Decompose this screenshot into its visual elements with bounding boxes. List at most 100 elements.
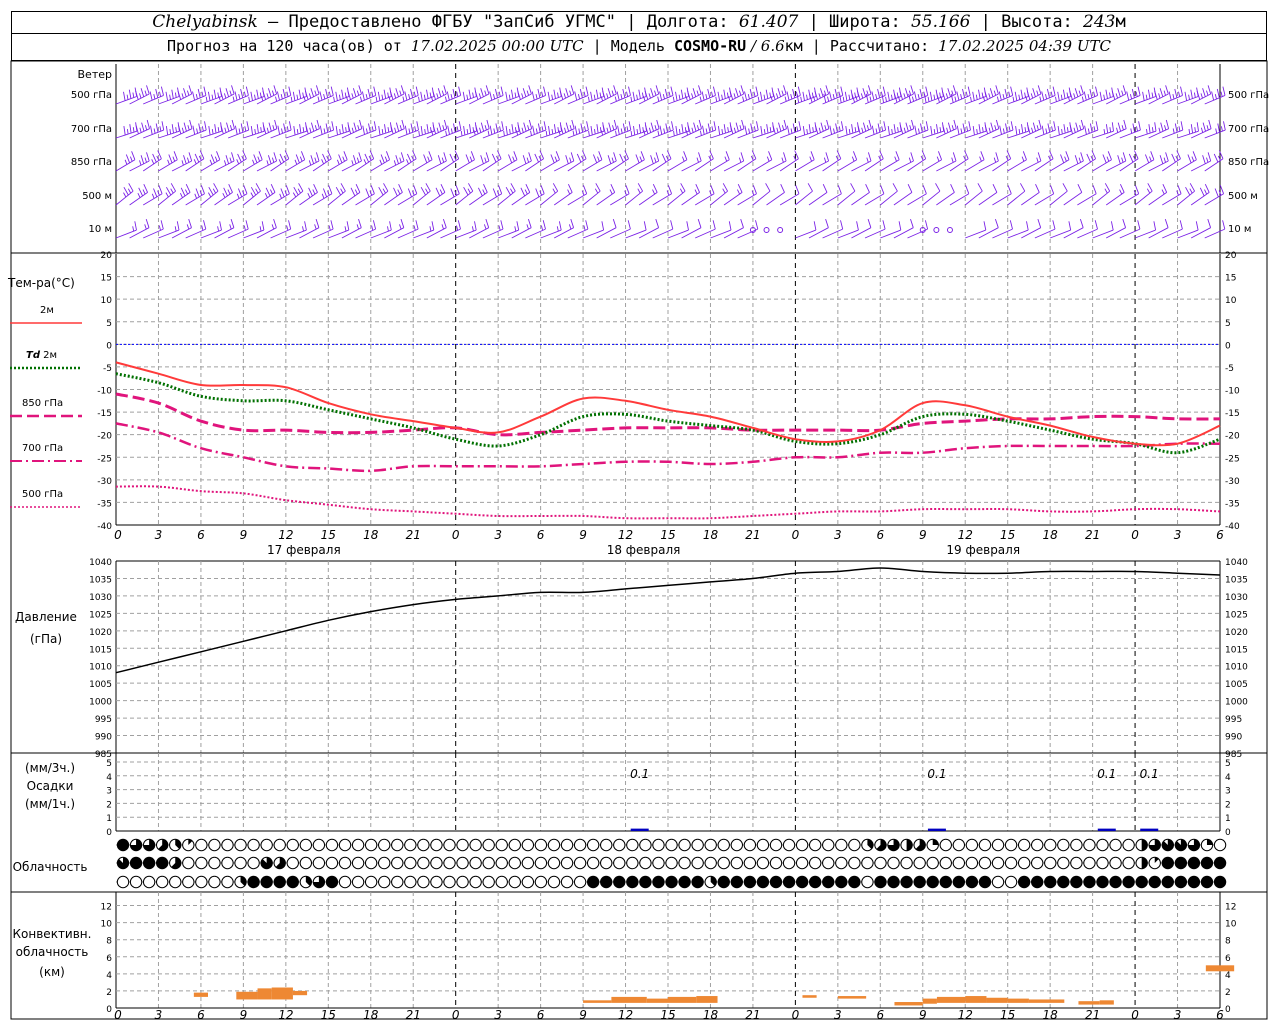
conv-tick-right: 0 (1225, 1005, 1231, 1015)
cloud-cover-symbol (1096, 856, 1109, 870)
cloud-cover-symbol (665, 838, 678, 852)
cloud-cover-symbol (861, 875, 874, 889)
wind-barb (893, 184, 913, 206)
wind-barb (384, 184, 403, 206)
cloud-cover-symbol (116, 838, 130, 852)
wind-barb (1007, 151, 1027, 172)
cloud-cover-symbol (978, 856, 992, 870)
cloud-cover-symbol (456, 838, 469, 852)
wind-barb (511, 218, 532, 239)
cloud-cover-symbol (142, 856, 156, 870)
wind-barb (681, 184, 701, 206)
temp-legend-label: 850 гПа (22, 398, 63, 409)
time-tick-label: 18 (1043, 1008, 1059, 1022)
cloud-cover-symbol (874, 856, 887, 870)
cloud-cover-symbol (1148, 875, 1161, 889)
wind-barb (129, 119, 150, 139)
temp-tick-right: 5 (1225, 319, 1231, 329)
cloud-cover-symbol (782, 838, 796, 852)
wind-barb (625, 151, 645, 172)
time-tick-label: 0 (792, 1008, 800, 1022)
wind-barb (299, 184, 318, 206)
wind-barb (214, 218, 235, 239)
cloud-cover-symbol (835, 838, 848, 852)
cloud-cover-symbol (312, 838, 326, 852)
cloud-cover-symbol (1213, 838, 1227, 852)
time-tick-label: 6 (537, 1008, 545, 1022)
cloud-cover-symbol (769, 856, 783, 870)
cloud-cover-symbol (142, 875, 156, 889)
wind-barb (469, 184, 488, 206)
wind-barb (299, 119, 320, 139)
wind-barb (766, 85, 787, 105)
wind-barb (893, 152, 914, 172)
cloud-cover-symbol (404, 875, 417, 889)
cloud-cover-symbol (286, 856, 299, 870)
cloud-cover-symbol (1070, 856, 1083, 870)
cloud-cover-symbol (887, 856, 900, 870)
cloud-cover-symbol (613, 856, 626, 870)
cloud-cover-symbol (978, 838, 992, 852)
cloud-cover-symbol (351, 875, 365, 889)
cloud-cover-symbol (639, 875, 652, 889)
cloud-cover-symbol (351, 856, 365, 870)
cloud-cover-symbol (900, 856, 913, 870)
wind-barb (554, 152, 575, 172)
wind-barb (384, 119, 405, 139)
cloud-cover-symbol (887, 875, 900, 889)
precip-tick-right: 3 (1225, 787, 1231, 797)
precip-tick-right: 5 (1225, 759, 1231, 769)
cloud-cover-symbol (495, 856, 508, 870)
wind-barb (341, 85, 362, 105)
convective-bar (894, 1002, 923, 1006)
wind-barb-calm (946, 227, 953, 233)
wind-barb (1105, 184, 1125, 206)
time-tick-label: 12 (278, 1008, 293, 1022)
cloud-cover-symbol (1044, 875, 1057, 889)
time-tick-label: 9 (919, 528, 927, 542)
pressure-tick-left: 1035 (89, 575, 112, 585)
convective-bar (965, 996, 987, 1003)
cloud-cover-symbol (991, 838, 1005, 852)
time-tick-label: 15 (321, 528, 336, 542)
cloud-cover-symbol (247, 856, 260, 870)
cloud-cover-symbol (1044, 856, 1057, 870)
cloud-cover-symbol (991, 856, 1005, 870)
temp-legend-label: 500 гПа (22, 489, 63, 500)
cloud-cover-symbol (1083, 875, 1096, 889)
wind-barb (129, 152, 150, 172)
cloud-cover-symbol (691, 856, 704, 870)
cloud-cover-symbol (822, 838, 835, 852)
precip-value-label: 0.1 (1097, 767, 1116, 781)
cloud-cover-symbol (1017, 875, 1031, 889)
wind-barb (469, 85, 490, 105)
cloud-cover-symbol (626, 838, 639, 852)
temp-tick-right: -40 (1225, 522, 1240, 532)
cloud-cover-symbol (1031, 838, 1044, 852)
cloud-cover-symbol (808, 838, 822, 852)
temp-tick-right: 20 (1225, 251, 1237, 261)
wind-level-label-right: 10 м (1228, 224, 1251, 235)
temp-tick-left: 10 (101, 296, 113, 306)
pressure-tick-right: 995 (1225, 715, 1242, 725)
wind-barb (455, 151, 475, 172)
cloud-cover-symbol (756, 875, 770, 889)
wind-barb (1190, 184, 1210, 206)
cloud-cover-symbol (351, 838, 365, 852)
wind-barb (936, 184, 955, 206)
precip-bar (1140, 828, 1159, 831)
wind-barb (256, 85, 278, 105)
precip-tick-right: 1 (1225, 814, 1231, 824)
convective-bar (236, 991, 258, 1000)
wind-barb (511, 152, 532, 172)
cloud-cover-symbol (730, 856, 744, 870)
cloud-cover-symbol (338, 838, 352, 852)
wind-barb (880, 151, 900, 172)
wind-barb (554, 119, 575, 139)
time-tick-label: 9 (579, 1008, 587, 1022)
wind-level-label-right: 500 м (1228, 191, 1258, 202)
time-tick-label: 18 (363, 528, 379, 542)
wind-barb (384, 85, 405, 105)
cloud-cover-symbol (743, 856, 757, 870)
time-tick-label: 0 (114, 1008, 122, 1022)
